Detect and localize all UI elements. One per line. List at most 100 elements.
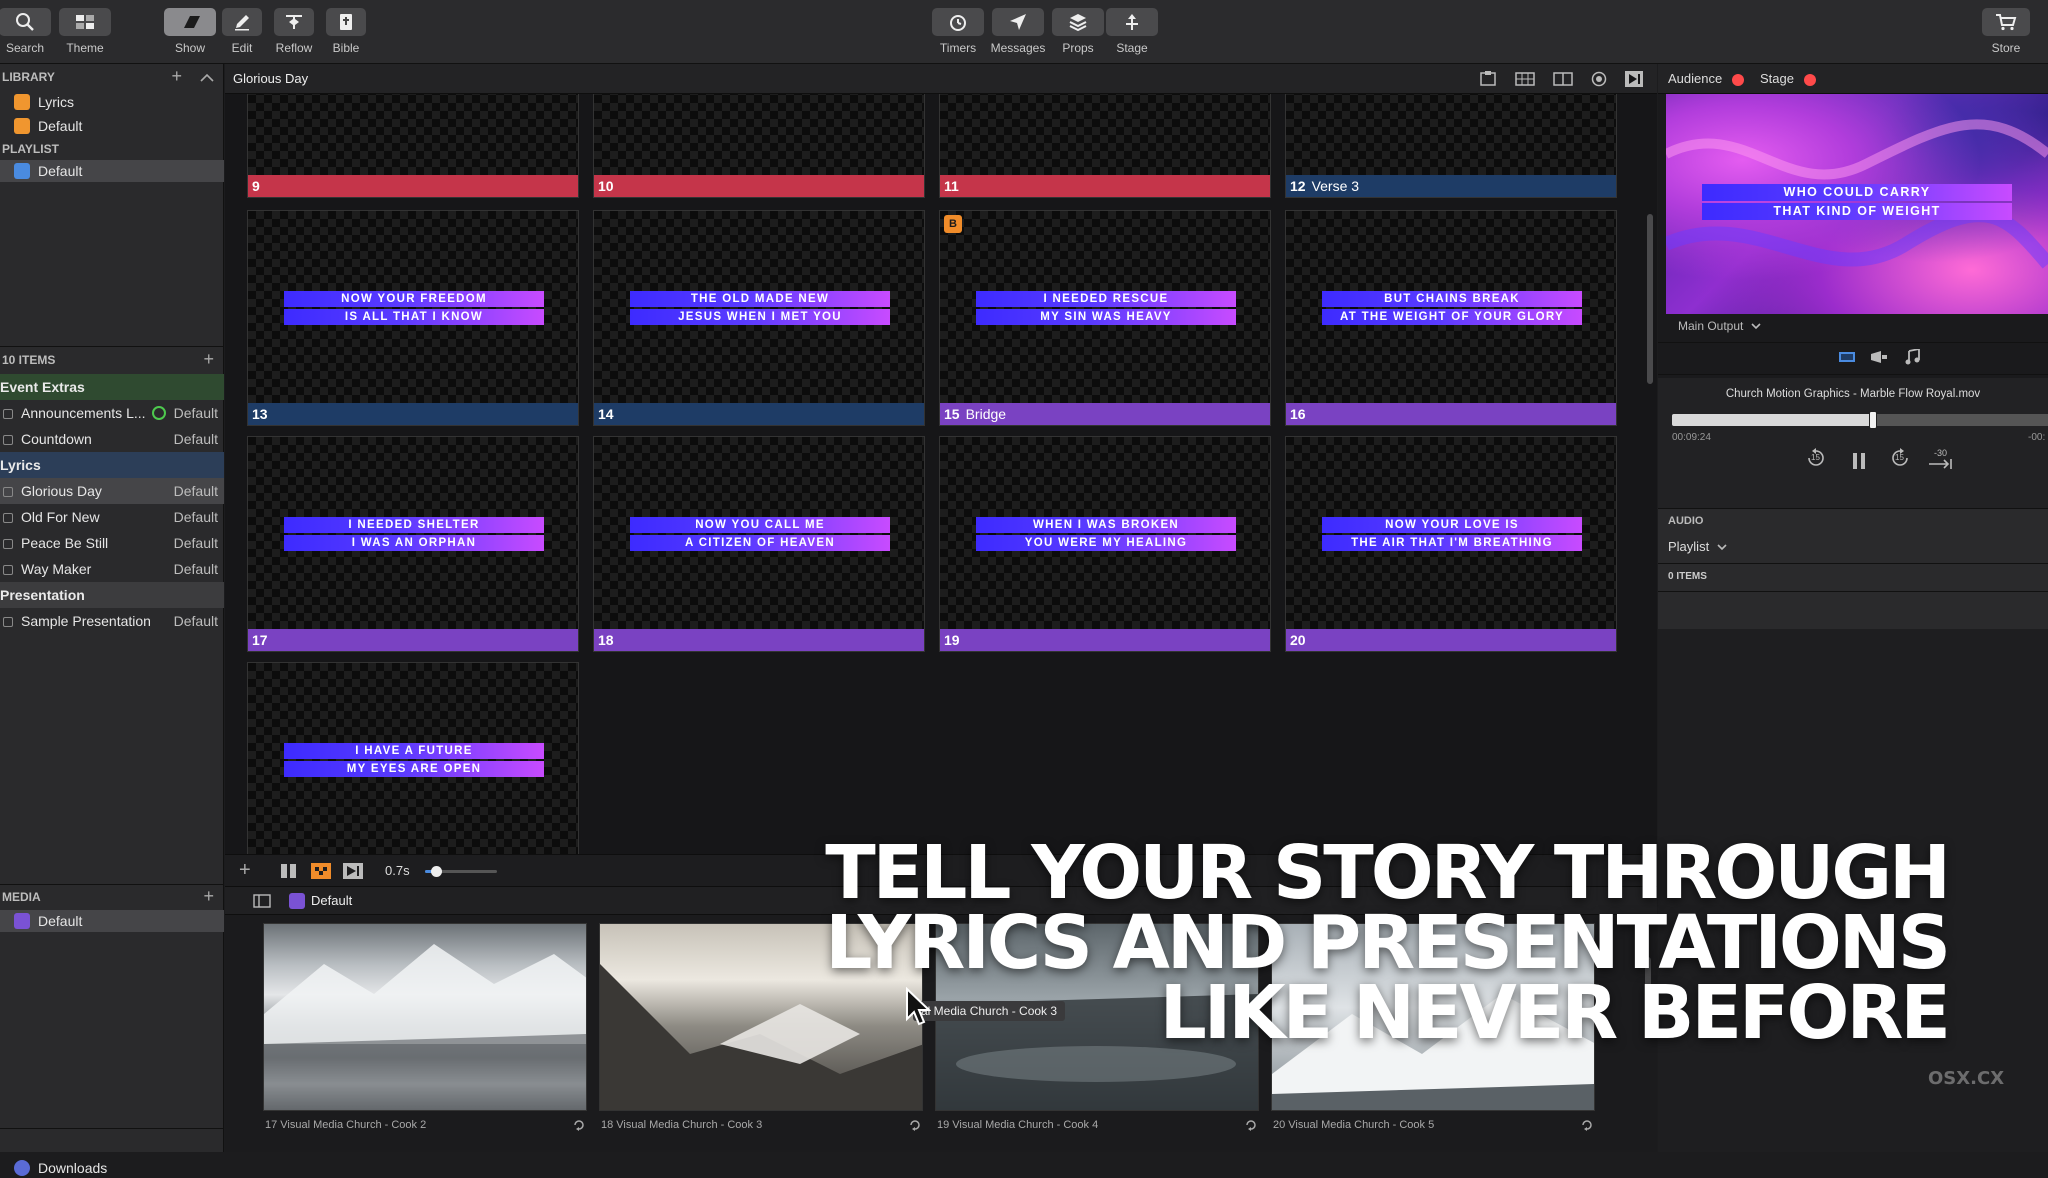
downloads-item[interactable]: Downloads bbox=[0, 1158, 224, 1178]
layer-tabs bbox=[1658, 344, 2048, 374]
slide-thumbnail[interactable]: 12 Verse 3 bbox=[1285, 94, 1617, 198]
item-label: Glorious Day bbox=[21, 483, 102, 499]
group-header[interactable]: Lyrics bbox=[0, 452, 224, 478]
slide-thumbnail[interactable]: NOW YOU CALL ME A CITIZEN OF HEAVEN 18 bbox=[593, 436, 925, 652]
slide-thumbnail[interactable]: BUT CHAINS BREAK AT THE WEIGHT OF YOUR GL… bbox=[1285, 210, 1617, 426]
slide-name: Bridge bbox=[965, 406, 1007, 422]
slide-thumbnail[interactable]: NOW YOUR FREEDOM IS ALL THAT I KNOW 13 bbox=[247, 210, 579, 426]
playlist-item-default[interactable]: Default bbox=[0, 160, 224, 182]
split-view-icon[interactable] bbox=[1553, 71, 1573, 92]
library-item-lyrics[interactable]: Lyrics bbox=[0, 90, 224, 114]
media-thumbnail[interactable] bbox=[1271, 923, 1595, 1111]
slide-layer-icon[interactable] bbox=[1838, 350, 1856, 369]
audio-layer-icon[interactable] bbox=[1904, 347, 1920, 370]
slide-thumbnail[interactable]: 9 bbox=[247, 94, 579, 198]
playback-knob[interactable] bbox=[1869, 411, 1878, 429]
add-item-icon[interactable]: + bbox=[203, 348, 214, 370]
transition-duration: 0.7s bbox=[385, 863, 410, 878]
sidebar-toggle-icon[interactable] bbox=[253, 894, 271, 913]
list-item[interactable]: Old For New Default bbox=[0, 504, 224, 530]
now-playing-file: Church Motion Graphics - Marble Flow Roy… bbox=[1725, 388, 1981, 400]
list-item[interactable]: Countdown Default bbox=[0, 426, 224, 452]
audio-playlist-select[interactable]: Playlist bbox=[1668, 539, 1727, 554]
clipboard-icon[interactable] bbox=[1479, 71, 1497, 92]
skip-back-button[interactable]: 15 bbox=[1806, 448, 1826, 474]
skip-forward-button[interactable]: 15 bbox=[1890, 448, 1910, 474]
theme-label: Theme bbox=[66, 41, 104, 55]
stage-button[interactable]: Stage bbox=[1096, 8, 1168, 55]
bible-icon bbox=[326, 8, 366, 36]
add-slide-icon[interactable]: + bbox=[239, 859, 251, 881]
slide-thumbnail[interactable]: THE OLD MADE NEW JESUS WHEN I MET YOU 14 bbox=[593, 210, 925, 426]
list-item[interactable]: Sample Presentation Default bbox=[0, 608, 224, 634]
timer-icon bbox=[932, 8, 984, 36]
transition-slider[interactable] bbox=[425, 866, 497, 877]
grid-view-icon[interactable] bbox=[1515, 71, 1535, 92]
item-checkbox[interactable] bbox=[3, 409, 13, 419]
item-checkbox[interactable] bbox=[3, 565, 13, 575]
group-header[interactable]: Event Extras bbox=[0, 374, 224, 400]
media-thumbnail[interactable] bbox=[599, 923, 923, 1111]
slide-thumbnail[interactable]: WHEN I WAS BROKEN YOU WERE MY HEALING 19 bbox=[939, 436, 1271, 652]
loop-icon bbox=[1581, 1118, 1593, 1136]
slide-lyric-line: I NEEDED SHELTER bbox=[284, 517, 544, 533]
audience-preview[interactable]: WHO COULD CARRY THAT KIND OF WEIGHT Main… bbox=[1658, 94, 2048, 378]
transition-slider-knob[interactable] bbox=[430, 866, 442, 877]
theme-button[interactable]: Theme bbox=[49, 8, 121, 55]
slide-number: 12 bbox=[1290, 178, 1306, 194]
record-icon[interactable] bbox=[1591, 71, 1607, 92]
show-label: Show bbox=[174, 41, 206, 55]
add-media-icon[interactable]: + bbox=[203, 886, 214, 906]
slides-scrollbar[interactable] bbox=[1647, 214, 1653, 384]
collapse-chevron-icon[interactable] bbox=[200, 70, 214, 88]
presentation-header: Glorious Day bbox=[225, 64, 1657, 94]
messages-icon bbox=[992, 8, 1044, 36]
item-checkbox[interactable] bbox=[3, 487, 13, 497]
media-scrollbar[interactable] bbox=[1645, 957, 1651, 1007]
media-thumbnail[interactable] bbox=[263, 923, 587, 1111]
slide-number: 15 bbox=[944, 406, 960, 422]
cart-icon bbox=[1982, 8, 2030, 36]
slide-label-bar: 11 bbox=[940, 175, 1270, 197]
item-checkbox[interactable] bbox=[3, 539, 13, 549]
screen-select[interactable]: Main Output bbox=[1678, 316, 1761, 336]
item-checkbox[interactable] bbox=[3, 435, 13, 445]
slide-thumbnail[interactable]: 10 bbox=[593, 94, 925, 198]
slide-thumbnail[interactable]: NOW YOUR LOVE IS THE AIR THAT I'M BREATHI… bbox=[1285, 436, 1617, 652]
list-item[interactable]: Peace Be Still Default bbox=[0, 530, 224, 556]
skip-back-label: 15 bbox=[1811, 453, 1820, 462]
slide-thumbnail[interactable]: B I NEEDED RESCUE MY SIN WAS HEAVY 15 Brid… bbox=[939, 210, 1271, 426]
library-item-default[interactable]: Default bbox=[0, 114, 224, 138]
slide-lyric-line: A CITIZEN OF HEAVEN bbox=[630, 535, 890, 551]
audio-section: AUDIO Playlist 0 ITEMS bbox=[1658, 509, 2048, 629]
slide-number: 14 bbox=[598, 406, 614, 422]
playback-scrubber[interactable] bbox=[1672, 411, 2048, 429]
list-item[interactable]: Announcements L... Default bbox=[0, 400, 224, 426]
group-header[interactable]: Presentation bbox=[0, 582, 224, 608]
next-icon[interactable] bbox=[1625, 71, 1643, 92]
pause-button[interactable] bbox=[1852, 452, 1866, 475]
media-playlist-default[interactable]: Default bbox=[0, 910, 224, 932]
library-item-label: Default bbox=[38, 118, 83, 134]
stage-tab[interactable]: Stage bbox=[1760, 64, 1794, 94]
announcement-layer-icon[interactable] bbox=[1870, 350, 1888, 369]
add-library-icon[interactable]: + bbox=[171, 66, 182, 86]
edit-icon bbox=[222, 8, 262, 36]
item-label: Sample Presentation bbox=[21, 613, 151, 629]
audience-tab[interactable]: Audience bbox=[1668, 64, 1722, 94]
store-button[interactable]: Store bbox=[1970, 8, 2042, 55]
slide-thumbnail[interactable]: I NEEDED SHELTER I WAS AN ORPHAN 17 bbox=[247, 436, 579, 652]
pause-icon[interactable] bbox=[279, 863, 299, 884]
slide-lyric-line: THE OLD MADE NEW bbox=[630, 291, 890, 307]
slide-thumbnail[interactable]: 11 bbox=[939, 94, 1271, 198]
slide-thumbnail[interactable]: I HAVE A FUTURE MY EYES ARE OPEN bbox=[247, 662, 579, 854]
bible-label: Bible bbox=[332, 41, 360, 55]
next-slide-icon[interactable] bbox=[343, 863, 363, 884]
list-item[interactable]: Way Maker Default bbox=[0, 556, 224, 582]
transition-icon[interactable] bbox=[311, 863, 331, 884]
list-item[interactable]: Glorious Day Default bbox=[0, 478, 224, 504]
bible-mode-button[interactable]: Bible bbox=[310, 8, 382, 55]
skip-to-end-button[interactable]: -30 bbox=[1928, 448, 1954, 474]
item-checkbox[interactable] bbox=[3, 617, 13, 627]
item-checkbox[interactable] bbox=[3, 513, 13, 523]
